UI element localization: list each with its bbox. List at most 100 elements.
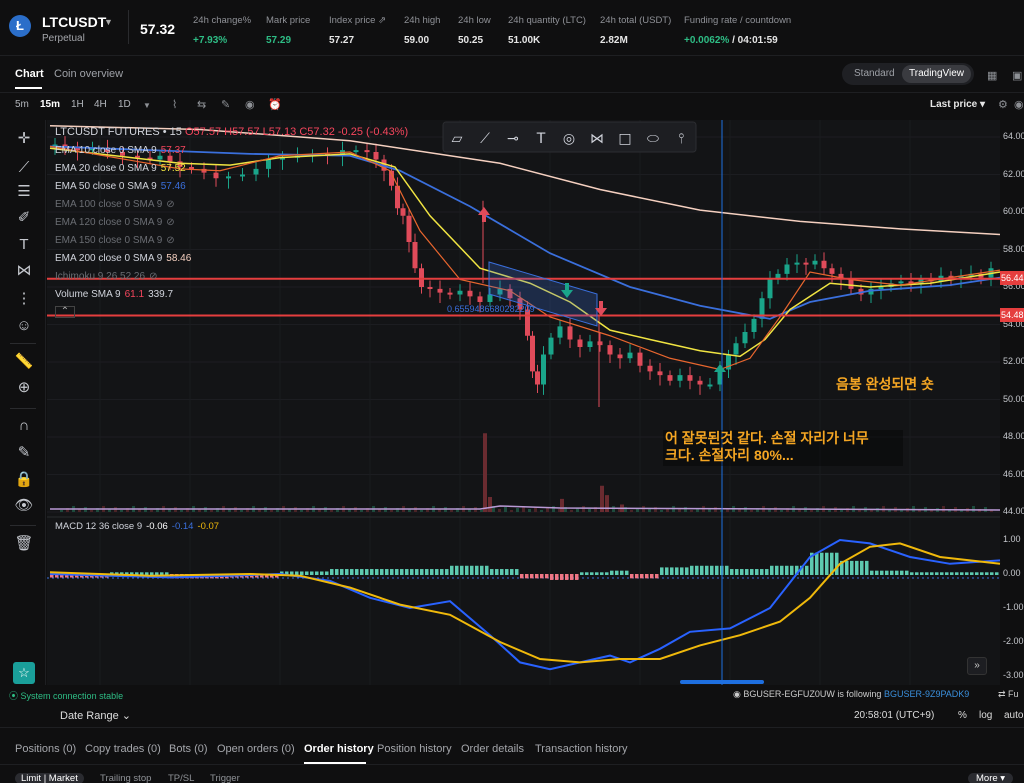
candle-body bbox=[353, 150, 359, 153]
volume-bar bbox=[120, 510, 123, 512]
subtab-trigger[interactable]: Trigger bbox=[210, 773, 240, 783]
volume-bar bbox=[90, 510, 93, 512]
tab-position-history[interactable]: Position history bbox=[377, 743, 452, 755]
macd-hist-bar bbox=[715, 565, 719, 575]
macd-hist-bar bbox=[845, 560, 849, 575]
macd-hist-bar bbox=[925, 572, 929, 575]
candle-body bbox=[535, 371, 540, 385]
volume-bar bbox=[560, 498, 564, 512]
annotation-line: 어 잘못된것 같다. 손절 자리가 너무 bbox=[665, 430, 869, 446]
candle-body bbox=[419, 268, 424, 287]
tab-copy-trades[interactable]: Copy trades (0) bbox=[85, 743, 161, 755]
ema-legend-row[interactable]: EMA 200 close 0 SMA 9 58.46 bbox=[55, 253, 191, 264]
timeline-scrollbar[interactable] bbox=[680, 680, 764, 684]
candle-body bbox=[541, 354, 546, 385]
candle-body bbox=[751, 318, 757, 332]
collapse-legend-button[interactable]: ⌃ bbox=[55, 306, 75, 318]
ema-legend-row[interactable]: EMA 150 close 0 SMA 9 ⊘ bbox=[55, 235, 175, 246]
ema-label: EMA 200 close 0 SMA 9 bbox=[55, 253, 163, 264]
macd-hist-bar bbox=[780, 565, 784, 575]
ema-value: 57.52 bbox=[160, 163, 186, 174]
ema-legend-row[interactable]: Ichimoku 9 26 52 26 ⊘ bbox=[55, 271, 157, 282]
candle-body bbox=[157, 155, 163, 160]
ema-legend-row[interactable]: EMA 50 close 0 SMA 9 57.46 bbox=[55, 181, 186, 192]
annotation-note-stoploss[interactable]: 어 잘못된것 같다. 손절 자리가 너무 크다. 손절자리 80%... bbox=[663, 430, 903, 466]
macd-hist-bar bbox=[310, 571, 314, 575]
macd-hist-bar bbox=[695, 565, 699, 575]
macd-hist-bar bbox=[580, 572, 584, 575]
date-range-button[interactable]: Date Range ⌄ bbox=[60, 709, 131, 722]
volume-bar bbox=[972, 506, 975, 512]
ema-label: EMA 20 close 0 SMA 9 bbox=[55, 163, 157, 174]
macd-hist-bar bbox=[395, 569, 399, 575]
candle-body bbox=[784, 264, 790, 274]
macd-hist-bar bbox=[325, 571, 329, 575]
drawing-tool-icon: ◎ bbox=[563, 131, 575, 147]
ema-legend-row[interactable]: EMA 10 close 0 SMA 9 57.37 bbox=[55, 145, 186, 156]
candle-body bbox=[266, 159, 271, 169]
macd-hist-bar bbox=[405, 569, 409, 575]
macd-hist-bar bbox=[360, 569, 364, 575]
macd-hist-bar bbox=[920, 572, 924, 575]
macd-hist-bar bbox=[610, 570, 614, 575]
more-button[interactable]: More ▾ bbox=[968, 773, 1014, 783]
macd-hist-bar bbox=[865, 560, 869, 575]
ema-legend-row[interactable]: EMA 100 close 0 SMA 9 ⊘ bbox=[55, 199, 175, 210]
volume-bar bbox=[450, 510, 453, 512]
annotation-note-short[interactable]: 음봉 완성되면 숏 bbox=[836, 376, 934, 393]
scroll-right-icon[interactable]: » bbox=[967, 657, 987, 675]
candle-body bbox=[848, 279, 854, 289]
price-axis-label: 64.00 bbox=[1003, 131, 1024, 141]
macd-hist-bar bbox=[470, 565, 474, 575]
hidden-eye-icon: ⊘ bbox=[166, 235, 175, 246]
candle-body bbox=[364, 150, 370, 153]
macd-hist-bar bbox=[670, 567, 674, 575]
volume-bar bbox=[678, 509, 681, 512]
tab-positions[interactable]: Positions (0) bbox=[15, 743, 76, 755]
tab-underline bbox=[304, 762, 366, 764]
macd-hist-bar bbox=[415, 569, 419, 575]
macd-hist-bar bbox=[965, 572, 969, 575]
price-chart[interactable]: ▱ ⟋ ⊸ T ◎ ⋈ □ ⬭ ⫯ bbox=[0, 0, 1024, 686]
macd-hist-bar bbox=[480, 565, 484, 575]
hidden-eye-icon: ⊘ bbox=[166, 217, 175, 228]
ema-legend-row[interactable]: EMA 120 close 0 SMA 9 ⊘ bbox=[55, 217, 175, 228]
macd-hist-bar bbox=[805, 565, 809, 575]
price-axis-label: 52.00 bbox=[1003, 356, 1024, 366]
tab-order-details[interactable]: Order details bbox=[461, 743, 524, 755]
macd-hist-bar bbox=[615, 570, 619, 575]
subtab-trailing-stop[interactable]: Trailing stop bbox=[100, 773, 151, 783]
follow-target[interactable]: BGUSER-9Z9PADK9 bbox=[884, 689, 969, 699]
ema-legend-row[interactable]: EMA 20 close 0 SMA 9 57.52 bbox=[55, 163, 186, 174]
subtab-tpsl[interactable]: TP/SL bbox=[168, 773, 194, 783]
candle-body bbox=[226, 176, 231, 179]
macd-hist-bar bbox=[735, 569, 739, 575]
volume-bar bbox=[60, 510, 63, 512]
macd-hist-bar bbox=[680, 567, 684, 575]
candle-body bbox=[487, 294, 493, 302]
macd-hist-bar bbox=[465, 565, 469, 575]
macd-hist-bar bbox=[535, 574, 539, 579]
subtab-limit-market[interactable]: Limit | Market bbox=[15, 773, 84, 783]
tab-order-history[interactable]: Order history bbox=[304, 743, 374, 755]
macd-hist-bar bbox=[525, 574, 529, 579]
candle-body bbox=[898, 281, 904, 284]
clock-time[interactable]: 20:58:01 (UTC+9) bbox=[854, 710, 934, 721]
candle-body bbox=[240, 174, 245, 177]
candle-body bbox=[467, 290, 473, 297]
log-toggle[interactable]: log bbox=[979, 710, 992, 721]
legend-title: LTCUSDT FUTURES • 15 O57.57 H57.57 L57.1… bbox=[55, 126, 408, 138]
macd-hist-bar bbox=[150, 572, 154, 575]
macd-hist-bar bbox=[515, 569, 519, 575]
ema-label: EMA 10 close 0 SMA 9 bbox=[55, 145, 157, 156]
volume-bar bbox=[516, 508, 519, 512]
tab-transaction-history[interactable]: Transaction history bbox=[535, 743, 628, 755]
tab-open-orders[interactable]: Open orders (0) bbox=[217, 743, 295, 755]
auto-toggle[interactable]: auto bbox=[1004, 710, 1023, 721]
percent-toggle[interactable]: % bbox=[958, 710, 967, 721]
macd-hist-bar bbox=[560, 574, 564, 580]
candle-body bbox=[567, 326, 573, 340]
tab-bots[interactable]: Bots (0) bbox=[169, 743, 208, 755]
candle-body bbox=[253, 168, 259, 175]
macd-hist-bar bbox=[690, 565, 694, 575]
